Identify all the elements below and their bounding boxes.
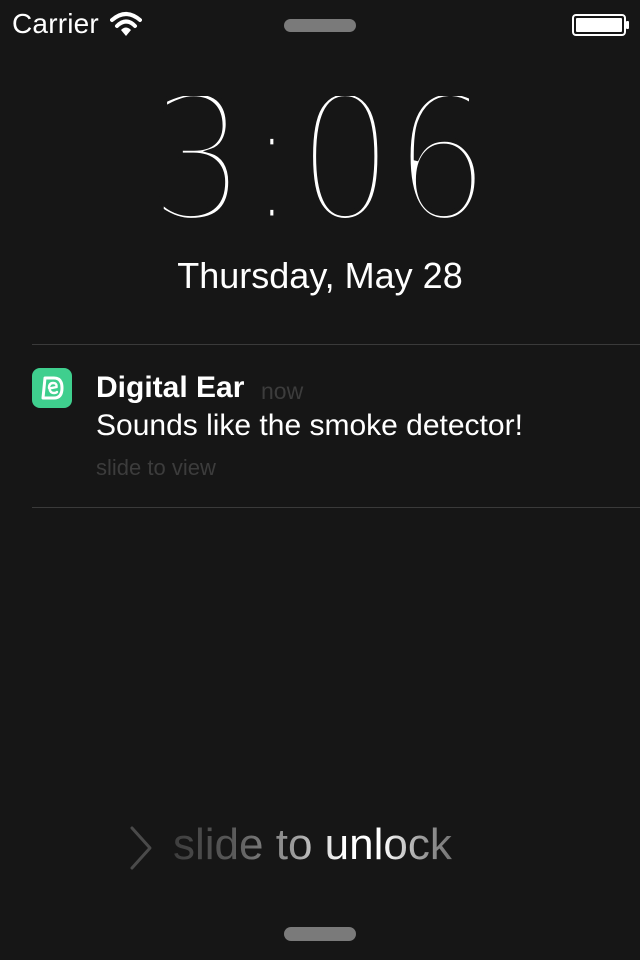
slide-to-unlock[interactable]: slide to unlock bbox=[0, 818, 640, 878]
chevron-right-icon bbox=[130, 826, 152, 870]
battery-full-icon bbox=[572, 14, 629, 36]
clock-time: 3:06 bbox=[150, 96, 490, 230]
digital-ear-app-icon bbox=[32, 368, 72, 408]
date-label: Thursday, May 28 bbox=[177, 255, 463, 296]
status-bar: Carrier bbox=[0, 0, 640, 50]
divider bbox=[32, 507, 640, 508]
notification-action-hint: slide to view bbox=[96, 455, 216, 480]
control-center-grabber[interactable] bbox=[284, 927, 356, 941]
notification-time: now bbox=[261, 378, 304, 404]
wifi-icon bbox=[110, 12, 142, 36]
notification-item[interactable]: Digital Ear now Sounds like the smoke de… bbox=[0, 345, 640, 507]
clock: 3:06 bbox=[148, 96, 493, 230]
lock-screen: Carrier 3:06 Thursday, May 28 Digital Ea… bbox=[0, 0, 640, 960]
slide-to-unlock-label: slide to unlock bbox=[173, 820, 452, 869]
notification-message: Sounds like the smoke detector! bbox=[96, 409, 523, 442]
notification-app-name: Digital Ear bbox=[96, 371, 245, 404]
notification-center-grabber[interactable] bbox=[284, 19, 356, 32]
carrier-label: Carrier bbox=[12, 8, 99, 39]
